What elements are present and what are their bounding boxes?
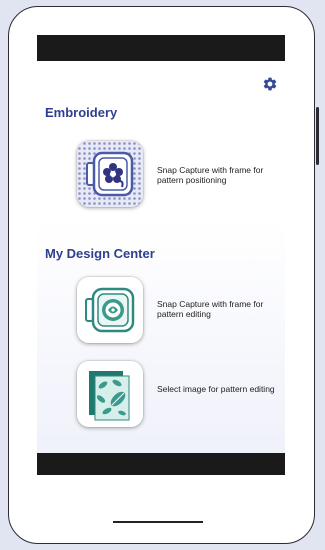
image-leaves-icon bbox=[77, 361, 143, 427]
menu-item-select-image[interactable]: Select image for pattern editing bbox=[77, 361, 282, 431]
menu-item-snap-capture-editing[interactable]: Snap Capture with frame for pattern edit… bbox=[77, 277, 282, 347]
design-frame-icon bbox=[77, 277, 143, 343]
phone-side-button bbox=[316, 107, 319, 165]
embroidery-frame-tile bbox=[77, 141, 143, 207]
menu-item-label: Snap Capture with frame for pattern posi… bbox=[157, 165, 264, 185]
home-indicator[interactable] bbox=[113, 521, 203, 523]
settings-button[interactable] bbox=[261, 75, 279, 93]
gear-icon bbox=[263, 77, 277, 91]
menu-item-label: Snap Capture with frame for pattern edit… bbox=[157, 299, 264, 319]
app-screen: Embroidery Snap Capture with frame for p… bbox=[37, 35, 285, 475]
image-leaves-tile bbox=[77, 361, 143, 427]
menu-item-snap-capture-positioning[interactable]: Snap Capture with frame for pattern posi… bbox=[77, 141, 282, 211]
design-frame-tile bbox=[77, 277, 143, 343]
phone-frame: Embroidery Snap Capture with frame for p… bbox=[8, 6, 319, 544]
menu-item-label: Select image for pattern editing bbox=[157, 384, 275, 394]
section-title-my-design-center: My Design Center bbox=[45, 246, 155, 261]
section-title-embroidery: Embroidery bbox=[45, 105, 118, 120]
embroidery-frame-icon bbox=[77, 141, 143, 207]
navigation-bar bbox=[37, 453, 285, 475]
status-bar bbox=[37, 35, 285, 61]
